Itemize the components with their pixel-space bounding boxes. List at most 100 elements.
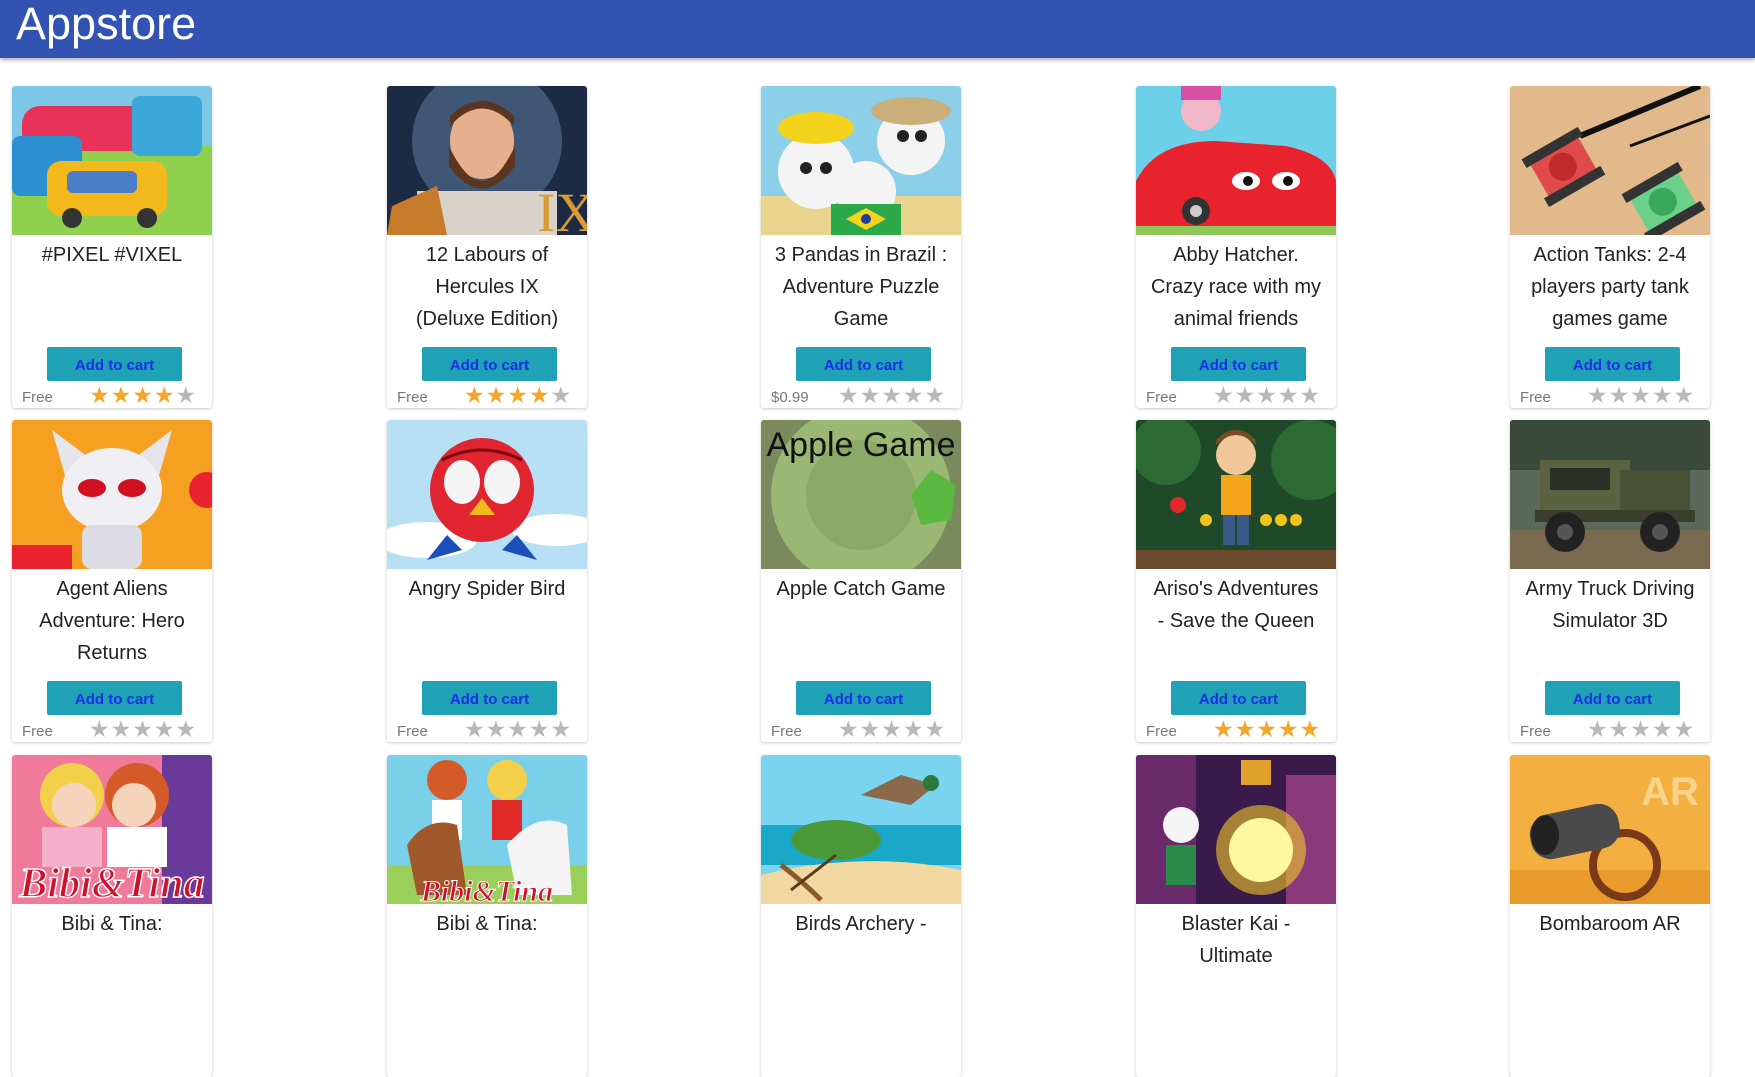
star-icon[interactable]: ★	[1235, 382, 1257, 408]
add-to-cart-button[interactable]: Add to cart	[422, 681, 557, 715]
star-icon[interactable]: ★	[1278, 382, 1300, 408]
star-icon[interactable]: ★	[551, 716, 573, 742]
star-icon[interactable]: ★	[111, 382, 133, 408]
app-card[interactable]: Abby Hatcher. Crazy race with my animal …	[1136, 86, 1336, 408]
app-card[interactable]: Ariso's Adventures - Save the Queen Add …	[1136, 420, 1336, 742]
svg-text:IX: IX	[537, 182, 587, 235]
star-icon[interactable]: ★	[1300, 382, 1322, 408]
app-card[interactable]: Agent Aliens Adventure: Hero Returns Add…	[12, 420, 212, 742]
star-icon[interactable]: ★	[1609, 716, 1631, 742]
star-icon[interactable]: ★	[154, 382, 176, 408]
app-card[interactable]: IX 12 Labours of Hercules IX (Deluxe Edi…	[387, 86, 587, 408]
add-to-cart-button[interactable]: Add to cart	[47, 347, 182, 381]
star-icon[interactable]: ★	[1300, 716, 1322, 742]
add-to-cart-button[interactable]: Add to cart	[1171, 347, 1306, 381]
star-icon[interactable]: ★	[1630, 716, 1652, 742]
star-icon[interactable]: ★	[1652, 382, 1674, 408]
star-icon[interactable]: ★	[1213, 382, 1235, 408]
star-icon[interactable]: ★	[1256, 716, 1278, 742]
star-icon[interactable]: ★	[176, 716, 198, 742]
star-icon[interactable]: ★	[176, 382, 198, 408]
star-icon[interactable]: ★	[903, 382, 925, 408]
add-to-cart-button[interactable]: Add to cart	[796, 347, 931, 381]
app-price: Free	[22, 723, 53, 740]
star-icon[interactable]: ★	[925, 382, 947, 408]
star-icon[interactable]: ★	[1609, 382, 1631, 408]
thumb-badge: AR	[1641, 770, 1699, 814]
app-thumbnail[interactable]	[12, 420, 212, 569]
star-icon[interactable]: ★	[1213, 716, 1235, 742]
add-to-cart-button[interactable]: Add to cart	[1545, 681, 1680, 715]
star-icon[interactable]: ★	[838, 716, 860, 742]
star-icon[interactable]: ★	[507, 382, 529, 408]
add-to-cart-button[interactable]: Add to cart	[1545, 347, 1680, 381]
star-icon[interactable]: ★	[903, 716, 925, 742]
app-thumbnail[interactable]	[1136, 86, 1336, 235]
app-card[interactable]: Birds Archery -	[761, 755, 961, 1077]
app-thumbnail[interactable]	[1510, 420, 1710, 569]
app-thumbnail[interactable]	[387, 420, 587, 569]
app-thumbnail[interactable]: AR	[1510, 755, 1710, 904]
app-card[interactable]: Bibi&Tina Bibi & Tina:	[387, 755, 587, 1077]
star-icon[interactable]: ★	[89, 382, 111, 408]
star-icon[interactable]: ★	[1652, 716, 1674, 742]
add-to-cart-button[interactable]: Add to cart	[796, 681, 931, 715]
star-icon[interactable]: ★	[464, 382, 486, 408]
app-card[interactable]: Angry Spider Bird Add to cart Free ★★★★★	[387, 420, 587, 742]
thumb-logo: Bibi&Tina	[18, 861, 204, 904]
star-icon[interactable]: ★	[507, 716, 529, 742]
star-icon[interactable]: ★	[464, 716, 486, 742]
app-thumbnail[interactable]	[1136, 420, 1336, 569]
thumb-title: Apple Game	[767, 426, 956, 464]
add-to-cart-button[interactable]: Add to cart	[422, 347, 557, 381]
app-thumbnail[interactable]	[761, 755, 961, 904]
app-card[interactable]: Army Truck Driving Simulator 3D Add to c…	[1510, 420, 1710, 742]
app-thumbnail[interactable]: Bibi&Tina	[387, 755, 587, 904]
star-icon[interactable]: ★	[551, 382, 573, 408]
star-icon[interactable]: ★	[89, 716, 111, 742]
app-thumbnail[interactable]	[761, 86, 961, 235]
app-card[interactable]: Bibi&Tina Bibi & Tina:	[12, 755, 212, 1077]
app-price: Free	[397, 389, 428, 406]
star-icon[interactable]: ★	[860, 716, 882, 742]
app-card[interactable]: Apple Game Apple Catch Game Add to cart …	[761, 420, 961, 742]
star-rating: ★★★★★	[838, 716, 946, 742]
app-thumbnail[interactable]: Bibi&Tina	[12, 755, 212, 904]
star-icon[interactable]: ★	[881, 716, 903, 742]
star-icon[interactable]: ★	[154, 716, 176, 742]
star-icon[interactable]: ★	[1587, 716, 1609, 742]
app-thumbnail[interactable]	[12, 86, 212, 235]
add-to-cart-button[interactable]: Add to cart	[47, 681, 182, 715]
app-thumbnail[interactable]: Apple Game	[761, 420, 961, 569]
app-card[interactable]: Blaster Kai - Ultimate	[1136, 755, 1336, 1077]
star-icon[interactable]: ★	[1587, 382, 1609, 408]
app-thumbnail[interactable]	[1510, 86, 1710, 235]
star-icon[interactable]: ★	[132, 382, 154, 408]
star-icon[interactable]: ★	[529, 382, 551, 408]
star-icon[interactable]: ★	[838, 382, 860, 408]
star-icon[interactable]: ★	[132, 716, 154, 742]
app-card[interactable]: 3 Pandas in Brazil : Adventure Puzzle Ga…	[761, 86, 961, 408]
star-icon[interactable]: ★	[1674, 716, 1696, 742]
app-name: Army Truck Driving Simulator 3D	[1525, 578, 1695, 632]
app-name: Blaster Kai - Ultimate	[1181, 913, 1291, 967]
star-icon[interactable]: ★	[1630, 382, 1652, 408]
star-icon[interactable]: ★	[1674, 382, 1696, 408]
app-card[interactable]: Action Tanks: 2-4 players party tank gam…	[1510, 86, 1710, 408]
star-icon[interactable]: ★	[1256, 382, 1278, 408]
star-icon[interactable]: ★	[860, 382, 882, 408]
star-icon[interactable]: ★	[925, 716, 947, 742]
star-icon[interactable]: ★	[1278, 716, 1300, 742]
app-card[interactable]: AR Bombaroom AR	[1510, 755, 1710, 1077]
app-thumbnail[interactable]: IX	[387, 86, 587, 235]
star-icon[interactable]: ★	[529, 716, 551, 742]
star-icon[interactable]: ★	[881, 382, 903, 408]
star-rating: ★★★★★	[1213, 716, 1321, 742]
star-icon[interactable]: ★	[111, 716, 133, 742]
star-icon[interactable]: ★	[486, 716, 508, 742]
add-to-cart-button[interactable]: Add to cart	[1171, 681, 1306, 715]
star-icon[interactable]: ★	[486, 382, 508, 408]
app-thumbnail[interactable]	[1136, 755, 1336, 904]
app-card[interactable]: #PIXEL #VIXEL Add to cart Free ★★★★★	[12, 86, 212, 408]
star-icon[interactable]: ★	[1235, 716, 1257, 742]
